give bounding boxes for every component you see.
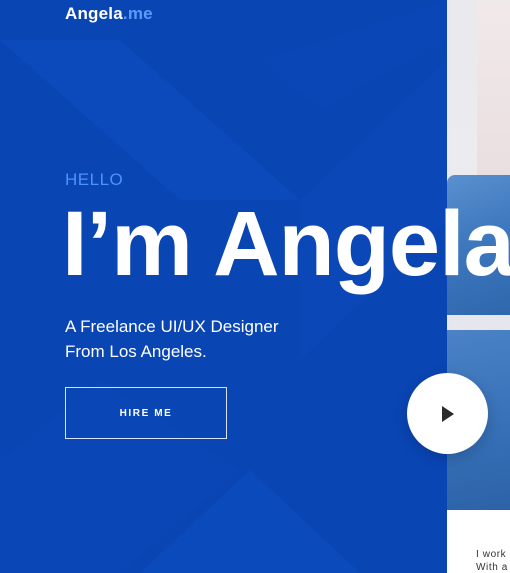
tagline-line-2: From Los Angeles.	[65, 342, 207, 361]
brand-logo[interactable]: Angela.me	[65, 4, 153, 24]
about-card: I work With a	[447, 510, 510, 573]
play-video-button[interactable]	[407, 373, 488, 454]
brand-name: Angela	[65, 4, 123, 23]
about-line-1: I work	[476, 549, 507, 560]
hire-me-button[interactable]: HIRE ME	[65, 387, 227, 439]
hero-headline: I’m Angela	[62, 193, 510, 295]
brand-tld: .me	[122, 4, 153, 23]
greeting: HELLO	[65, 170, 124, 189]
about-line-2: With a	[476, 562, 508, 573]
play-icon	[441, 405, 454, 422]
about-text: I work With a	[476, 548, 508, 573]
tagline-line-1: A Freelance UI/UX Designer	[65, 317, 279, 336]
portrait-skin	[477, 0, 510, 175]
hero-tagline: A Freelance UI/UX Designer From Los Ange…	[65, 314, 365, 364]
